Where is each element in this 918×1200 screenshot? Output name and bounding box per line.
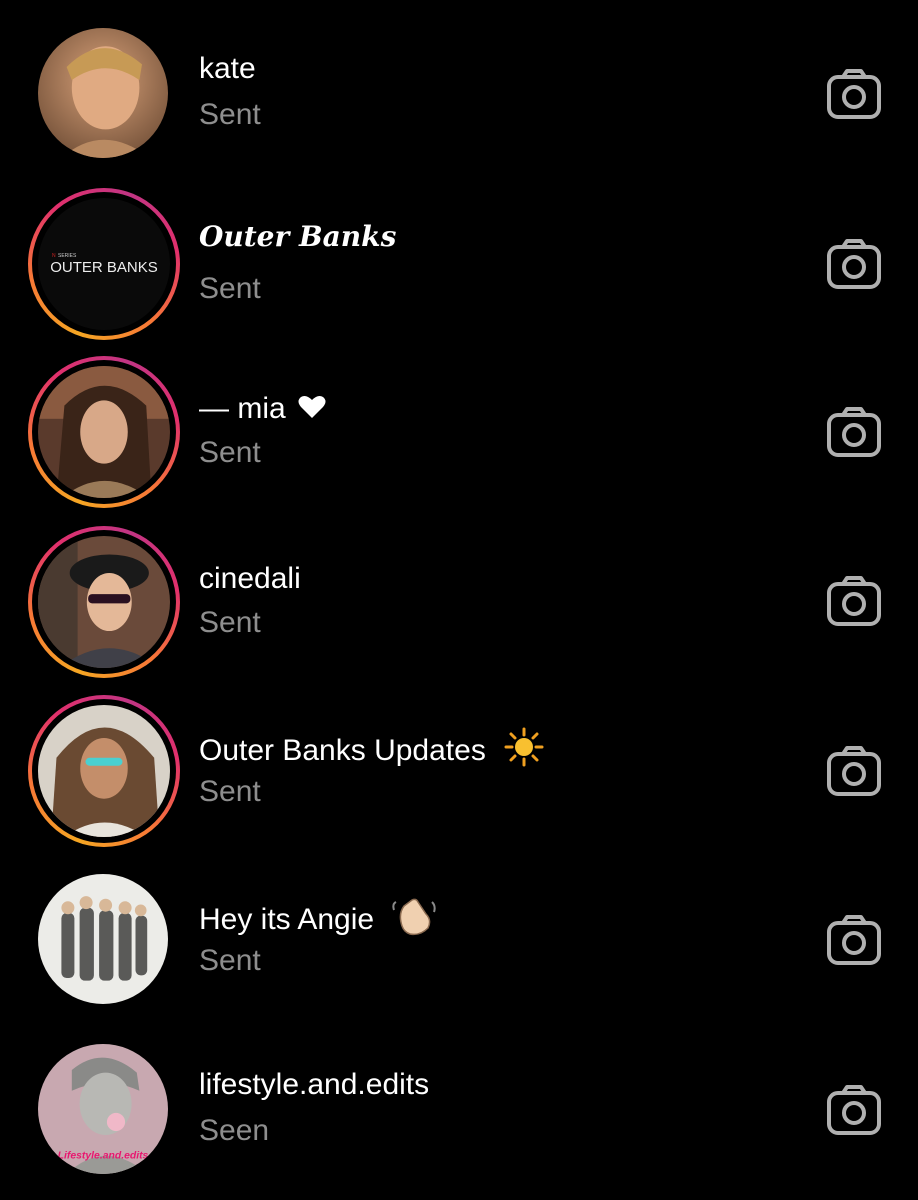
thread-name: lifestyle.and.edits [199, 1068, 430, 1101]
thread-name-text: — mia [199, 392, 286, 425]
thread-name: kate [199, 52, 256, 85]
thread-name: Outer Banks [199, 220, 397, 253]
story-ring[interactable] [28, 356, 180, 508]
camera-icon[interactable] [826, 914, 882, 966]
camera-icon[interactable] [826, 745, 882, 797]
thread-row-lifestyle-and-edits[interactable]: Lifestyle.and.edits lifestyle.and.edits … [0, 1016, 918, 1186]
story-ring[interactable]: N SERIES OUTER BANKS [28, 188, 180, 340]
waving-hand-icon [392, 896, 437, 946]
thread-status: Sent [199, 272, 261, 305]
avatar[interactable] [28, 862, 180, 1014]
camera-icon[interactable] [826, 68, 882, 120]
thread-row-mia[interactable]: — mia Sent [0, 340, 918, 510]
avatar-photo [38, 28, 168, 158]
thread-row-outer-banks-updates[interactable]: Outer Banks Updates Sent [0, 677, 918, 847]
thread-status: Sent [199, 98, 261, 131]
avatar-label: Lifestyle.and.edits [58, 1150, 149, 1161]
thread-name-text: Outer Banks Updates [199, 733, 486, 767]
avatar-photo: Lifestyle.and.edits [38, 1044, 168, 1174]
camera-icon[interactable] [826, 238, 882, 290]
message-thread-list: kate Sent N SERIES OUTER BANKS Outer Ban… [0, 0, 918, 1200]
thread-status: Sent [199, 436, 261, 469]
camera-icon[interactable] [826, 1084, 882, 1136]
thread-name: — mia [199, 390, 326, 429]
avatar [38, 366, 170, 498]
avatar[interactable]: Lifestyle.and.edits [28, 1032, 180, 1184]
story-ring[interactable] [28, 695, 180, 847]
thread-status: Seen [199, 1114, 270, 1147]
thread-row-kate[interactable]: kate Sent [0, 0, 918, 170]
sun-icon [504, 727, 544, 777]
thread-status: Sent [199, 775, 261, 808]
thread-name: cinedali [199, 562, 301, 595]
story-ring[interactable] [28, 526, 180, 678]
thread-row-hey-its-angie[interactable]: Hey its Angie Sent [0, 846, 918, 1016]
avatar [38, 705, 170, 837]
thread-name: Outer Banks Updates [199, 727, 544, 777]
camera-icon[interactable] [826, 575, 882, 627]
thread-row-outer-banks[interactable]: N SERIES OUTER BANKS Outer Banks Sent [0, 170, 918, 340]
avatar[interactable] [28, 16, 180, 168]
thread-name-text: Hey its Angie [199, 902, 375, 936]
thread-row-cinedali[interactable]: cinedali Sent [0, 508, 918, 678]
avatar-label: OUTER BANKS [50, 259, 158, 276]
avatar [38, 536, 170, 668]
heart-icon [298, 391, 326, 429]
camera-icon[interactable] [826, 406, 882, 458]
thread-name: Hey its Angie [199, 896, 437, 946]
thread-status: Sent [199, 606, 261, 639]
avatar-photo [38, 874, 168, 1004]
thread-status: Sent [199, 944, 261, 977]
avatar: N SERIES OUTER BANKS [38, 198, 170, 330]
